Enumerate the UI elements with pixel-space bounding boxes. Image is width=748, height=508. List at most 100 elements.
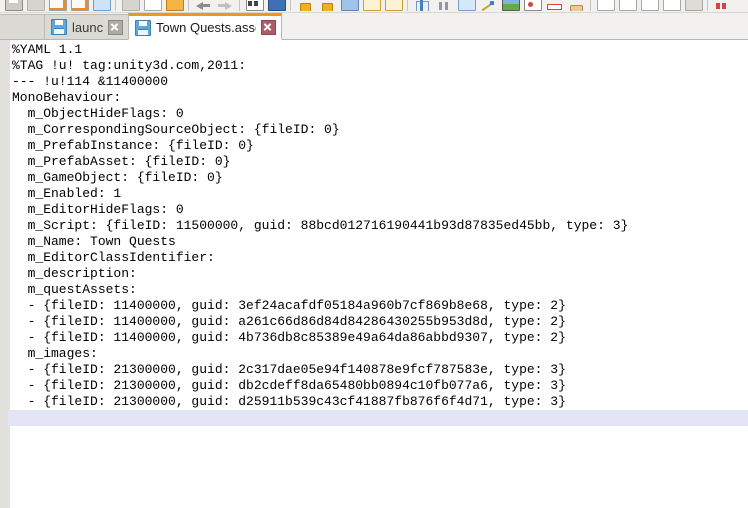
code-line: %YAML 1.1: [12, 42, 83, 57]
code-line: - {fileID: 21300000, guid: d25911b539c43…: [12, 394, 566, 409]
bar-line-button[interactable]: [543, 0, 565, 12]
toolbar-separator: [704, 0, 711, 12]
yellow-small-alt-button[interactable]: [316, 0, 338, 12]
page-yellow-alt-icon: [385, 0, 403, 11]
blank-window-icon: [597, 0, 615, 11]
selection-icon: [458, 0, 476, 11]
tab-label: launch.py: [72, 19, 103, 35]
folder-open-icon: [93, 0, 111, 11]
toolbar-separator: [404, 0, 411, 12]
red-marks-button[interactable]: [711, 0, 733, 12]
blue-line-icon: [341, 0, 359, 11]
megaphone-icon: [122, 0, 140, 11]
redo-arrow-button[interactable]: [214, 0, 236, 12]
page-yellow-alt-button[interactable]: [382, 0, 404, 12]
pause-icon: [436, 0, 452, 11]
hand-button[interactable]: [565, 0, 587, 12]
toolbar-separator: [587, 0, 594, 12]
blank-window-4-icon: [663, 0, 681, 11]
code-line: m_Name: Town Quests: [12, 234, 176, 249]
magic-wand-button[interactable]: [477, 0, 499, 12]
breakpoint-icon: [524, 0, 542, 11]
tab-label: Town Quests.asset: [156, 20, 256, 35]
code-line: - {fileID: 11400000, guid: 3ef24acafdf05…: [12, 298, 566, 313]
bar-line-icon: [546, 0, 562, 11]
code-line: --- !u!114 &11400000: [12, 74, 169, 89]
code-line: m_EditorHideFlags: 0: [12, 202, 184, 217]
tab-close-icon[interactable]: [108, 19, 123, 35]
tab-launch-py[interactable]: launch.py: [44, 14, 129, 39]
code-line: m_GameObject: {fileID: 0}: [12, 170, 223, 185]
tab-town-quests-asset[interactable]: Town Quests.asset: [128, 13, 282, 40]
code-editor-area[interactable]: %YAML 1.1 %TAG !u! tag:unity3d.com,2011: -…: [0, 40, 748, 508]
blue-line-button[interactable]: [338, 0, 360, 12]
code-line: MonoBehaviour:: [12, 90, 122, 105]
folder-open-button[interactable]: [90, 0, 112, 12]
code-line: m_Script: {fileID: 11500000, guid: 88bcd…: [12, 218, 629, 233]
code-line: m_ObjectHideFlags: 0: [12, 106, 184, 121]
image-button[interactable]: [499, 0, 521, 12]
document-orange-icon: [49, 0, 67, 11]
yellow-small-alt-icon: [319, 0, 335, 11]
blank-window-3-icon: [641, 0, 659, 11]
yellow-small-button[interactable]: [294, 0, 316, 12]
window-orange-button[interactable]: [163, 0, 185, 12]
blank-window-3-button[interactable]: [638, 0, 660, 12]
grey-window-icon: [685, 0, 703, 11]
undo-arrow-button[interactable]: [192, 0, 214, 12]
code-line: m_questAssets:: [12, 282, 137, 297]
code-line: %TAG !u! tag:unity3d.com,2011:: [12, 58, 247, 73]
redo-arrow-icon: [217, 0, 233, 11]
pin-icon: [414, 0, 430, 11]
code-line: - {fileID: 11400000, guid: a261c66d86d84…: [12, 314, 566, 329]
toolbar-separator: [112, 0, 119, 12]
selection-button[interactable]: [455, 0, 477, 12]
document-orange-alt-button[interactable]: [68, 0, 90, 12]
page-yellow-icon: [363, 0, 381, 11]
blank-window-2-icon: [619, 0, 637, 11]
code-line: m_description:: [12, 266, 145, 281]
save-disk-icon: [51, 19, 67, 35]
page-yellow-button[interactable]: [360, 0, 382, 12]
page-grey-button[interactable]: [24, 0, 46, 12]
save-disk-icon: [135, 19, 151, 36]
code-line: - {fileID: 21300000, guid: 2c317dae05e94…: [12, 362, 566, 377]
pin-button[interactable]: [411, 0, 433, 12]
code-line: [8, 410, 748, 426]
page-grey-icon: [27, 0, 45, 11]
blank-window-2-button[interactable]: [616, 0, 638, 12]
compare-button[interactable]: [243, 0, 265, 12]
toolbar-separator: [236, 0, 243, 12]
magic-wand-icon: [480, 0, 496, 11]
grey-window-button[interactable]: [682, 0, 704, 12]
compare-icon: [246, 0, 264, 11]
code-text-content[interactable]: %YAML 1.1 %TAG !u! tag:unity3d.com,2011: -…: [8, 40, 748, 508]
code-line: m_Enabled: 1: [12, 186, 122, 201]
blank-window-4-button[interactable]: [660, 0, 682, 12]
megaphone-button[interactable]: [119, 0, 141, 12]
code-line: m_CorrespondingSourceObject: {fileID: 0}: [12, 122, 340, 137]
tab-close-icon[interactable]: [261, 20, 276, 35]
document-orange-alt-icon: [71, 0, 89, 11]
blue-badge-icon: [268, 0, 286, 11]
printer-icon: [5, 0, 23, 11]
image-icon: [502, 0, 520, 11]
hand-icon: [568, 0, 584, 11]
window-button[interactable]: [141, 0, 163, 12]
pause-button[interactable]: [433, 0, 455, 12]
document-orange-button[interactable]: [46, 0, 68, 12]
breakpoint-button[interactable]: [521, 0, 543, 12]
blue-badge-button[interactable]: [265, 0, 287, 12]
blank-window-button[interactable]: [594, 0, 616, 12]
window-orange-icon: [166, 0, 184, 11]
code-line: - {fileID: 11400000, guid: 4b736db8c8538…: [12, 330, 566, 345]
red-marks-icon: [714, 0, 730, 11]
code-line: m_PrefabInstance: {fileID: 0}: [12, 138, 254, 153]
editor-gutter: [0, 40, 10, 508]
main-toolbar: [0, 0, 748, 13]
toolbar-separator: [185, 0, 192, 12]
printer-button[interactable]: [2, 0, 24, 12]
yellow-small-icon: [297, 0, 313, 11]
toolbar-separator: [287, 0, 294, 12]
editor-tab-bar: ge.loglaunch.pyTown Quests.asset: [0, 13, 748, 40]
